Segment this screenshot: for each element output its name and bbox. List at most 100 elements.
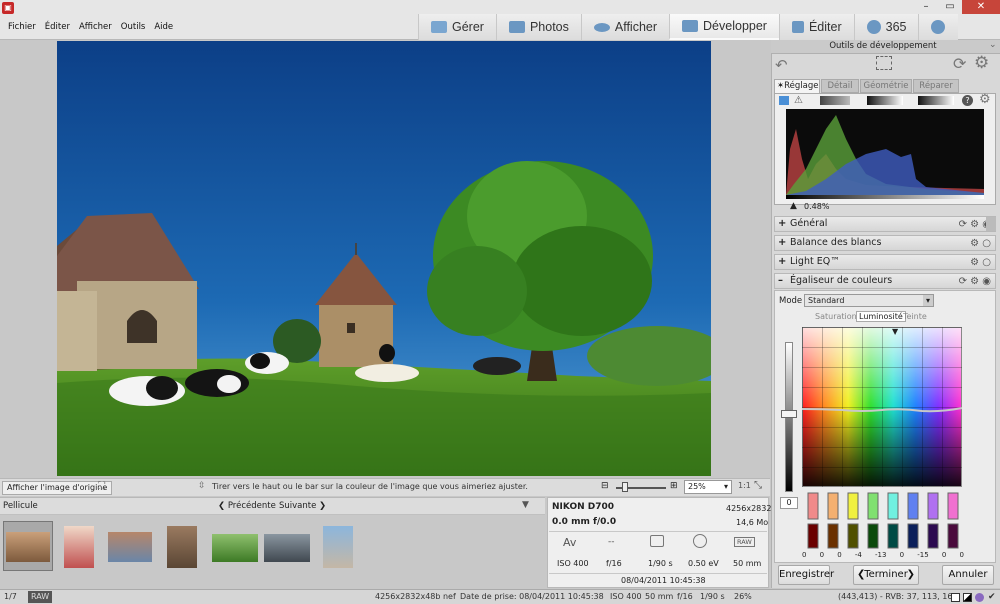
eq-value: -4 bbox=[854, 551, 862, 559]
section-light-eq[interactable]: + Light EQ™ ⚙ ○ bbox=[774, 254, 996, 270]
tab-gerer[interactable]: Gérer bbox=[418, 14, 496, 40]
thumbnail[interactable] bbox=[323, 526, 353, 568]
undo-icon[interactable]: ↶ bbox=[775, 56, 788, 74]
subtab-teinte[interactable]: Teinte bbox=[903, 312, 927, 321]
section-general[interactable]: + Général ⟳ ⚙ ◉ bbox=[774, 216, 996, 232]
menu-outils[interactable]: Outils bbox=[121, 22, 146, 32]
chevron-left-icon: ❮ bbox=[857, 569, 866, 580]
check-icon[interactable]: ✔ bbox=[988, 590, 996, 604]
eq-value: 0 bbox=[802, 551, 807, 559]
shadow-clip-slider[interactable] bbox=[820, 96, 850, 105]
metering-icon bbox=[650, 535, 664, 547]
aperture-value: f/16 bbox=[606, 559, 622, 568]
tab-photos[interactable]: Photos bbox=[495, 14, 581, 40]
zoom-select[interactable]: 25% ▾ bbox=[684, 480, 732, 494]
collapse-icon[interactable]: ▼ bbox=[522, 500, 529, 510]
raw-badge: RAW bbox=[734, 537, 755, 547]
menu-bar: Fichier Éditer Afficher Outils Aide bbox=[8, 22, 173, 32]
crop-focus-icon[interactable] bbox=[876, 56, 892, 70]
menu-editer[interactable]: Éditer bbox=[45, 22, 70, 32]
gradient-swatch bbox=[918, 96, 954, 105]
fullscreen-icon[interactable]: ⛶ bbox=[98, 481, 105, 492]
camera-model: NIKON D700 bbox=[552, 502, 615, 512]
gear-icon[interactable]: ⚙ bbox=[979, 92, 991, 107]
thumbnail[interactable] bbox=[6, 532, 50, 562]
tab-reglage[interactable]: ✶Réglage bbox=[774, 79, 820, 93]
show-original-button[interactable]: Afficher l'image d'origine bbox=[2, 481, 113, 495]
mode-select[interactable]: Standard ▾ bbox=[804, 294, 934, 307]
develop-icon bbox=[682, 20, 699, 32]
close-icon[interactable]: ✕ bbox=[962, 0, 1000, 14]
next-button[interactable]: Suivante ❯ bbox=[279, 501, 326, 511]
position-marker-icon[interactable]: ▼ bbox=[892, 327, 898, 336]
grid-icon bbox=[431, 21, 447, 33]
save-button[interactable]: Enregistrer bbox=[778, 565, 834, 585]
chevron-down-icon[interactable]: ⌄ bbox=[989, 40, 997, 50]
ratio-1-1-button[interactable]: 1:1 bbox=[738, 481, 751, 490]
subtab-luminosite[interactable]: Luminosité bbox=[856, 311, 906, 322]
white-swatch-icon[interactable] bbox=[951, 593, 960, 602]
zoom-value: 25% bbox=[688, 482, 706, 491]
reset-icon[interactable]: ⟳ bbox=[953, 54, 966, 73]
tab-developper[interactable]: Développer bbox=[669, 14, 779, 40]
image-count: 1/7 bbox=[4, 592, 17, 601]
thumbnail[interactable] bbox=[264, 534, 310, 562]
tab-365[interactable]: 365 bbox=[853, 14, 919, 40]
menu-afficher[interactable]: Afficher bbox=[79, 22, 112, 32]
maximize-icon[interactable]: ▭ bbox=[938, 0, 962, 14]
scrollbar-thumb[interactable] bbox=[986, 217, 996, 231]
histogram-scale bbox=[786, 195, 984, 199]
shutter-value: 1/90 s bbox=[700, 592, 725, 601]
menu-fichier[interactable]: Fichier bbox=[8, 22, 36, 32]
thumbnail[interactable] bbox=[108, 532, 152, 562]
file-info: 4256x2832x48b nef bbox=[375, 592, 456, 601]
zoom-in-icon[interactable]: ⊞ bbox=[670, 481, 678, 491]
split-swatch-icon[interactable] bbox=[963, 593, 972, 602]
previous-button[interactable]: ❮ Précédente bbox=[218, 501, 276, 511]
menu-aide[interactable]: Aide bbox=[154, 22, 173, 32]
gradient-swatch bbox=[867, 96, 903, 105]
divider bbox=[549, 573, 767, 574]
capture-date: 08/04/2011 10:45:38 bbox=[621, 576, 706, 585]
gear-icon[interactable]: ⚙ bbox=[974, 53, 989, 73]
clipping-warning-icon: ▲ bbox=[790, 201, 797, 211]
sync-icon bbox=[931, 20, 946, 34]
help-icon[interactable]: ? bbox=[962, 95, 973, 106]
status-bar: 1/7 RAW 4256x2832x48b nef Date de prise:… bbox=[0, 589, 1000, 604]
main-photo[interactable] bbox=[57, 41, 711, 476]
section-balance-blancs[interactable]: + Balance des blancs ⚙ ○ bbox=[774, 235, 996, 251]
tab-afficher[interactable]: Afficher bbox=[580, 14, 670, 40]
lens-info: 0.0 mm f/0.0 bbox=[552, 517, 617, 527]
section-egaliseur-couleurs[interactable]: – Égaliseur de couleurs ⟳ ⚙ ◉ bbox=[774, 273, 996, 289]
chevron-right-icon: ❯ bbox=[906, 569, 915, 580]
fit-icon[interactable]: ⤡ bbox=[754, 480, 762, 491]
clipping-warning-icon[interactable]: ⚠ bbox=[794, 95, 803, 106]
thumbnail[interactable] bbox=[167, 526, 197, 568]
filmstrip-title: Pellicule bbox=[3, 501, 38, 511]
zoom-out-icon[interactable]: ⊟ bbox=[601, 481, 609, 491]
tab-geometrie[interactable]: Géométrie bbox=[860, 79, 912, 93]
brightness-value[interactable]: 0 bbox=[780, 497, 798, 509]
file-size: 14,6 Mo bbox=[736, 518, 769, 527]
thumbnail[interactable] bbox=[64, 526, 94, 568]
tab-editer[interactable]: Éditer bbox=[778, 14, 854, 40]
cancel-button[interactable]: Annuler bbox=[942, 565, 994, 585]
luminance-curve[interactable] bbox=[801, 406, 963, 413]
tab-detail[interactable]: Détail bbox=[821, 79, 859, 93]
collapse-icon: – bbox=[778, 275, 783, 286]
image-dimensions: 4256x2832 bbox=[726, 504, 772, 513]
subtab-saturation[interactable]: Saturation bbox=[815, 312, 857, 321]
zoom-slider-handle[interactable] bbox=[622, 482, 628, 492]
histogram-bars-icon[interactable] bbox=[779, 96, 789, 105]
equalizer-sliders bbox=[802, 490, 964, 560]
tab-reparer[interactable]: Réparer bbox=[913, 79, 959, 93]
eq-value: -15 bbox=[917, 551, 929, 559]
thumbnail[interactable] bbox=[212, 534, 258, 562]
chevron-right-icon: ❯ bbox=[316, 501, 327, 511]
tab-sync[interactable] bbox=[918, 14, 959, 40]
brightness-slider-handle[interactable] bbox=[781, 410, 797, 418]
done-button[interactable]: ❮ Terminer ❯ bbox=[853, 565, 919, 585]
color-picker-icon[interactable] bbox=[975, 593, 984, 602]
iso-value: ISO 400 bbox=[610, 592, 642, 601]
minimize-icon[interactable]: – bbox=[914, 0, 938, 14]
